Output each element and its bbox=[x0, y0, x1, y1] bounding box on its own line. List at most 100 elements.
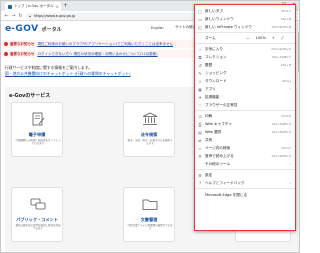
menu-item-more-tools[interactable]: その他のツール › bbox=[195, 160, 295, 168]
card-desc: 意見公募手続の案件を確認し意見を提出できます bbox=[15, 224, 61, 231]
star-icon: ☆ bbox=[198, 46, 202, 52]
menu-item-web-capture[interactable]: ⎙ Web キャプチャ Ctrl+Shift+S bbox=[195, 120, 295, 128]
menu-item-apps[interactable]: ▦ アプリ › bbox=[195, 85, 295, 93]
menu-shortcut: Ctrl+J bbox=[282, 79, 291, 83]
download-icon: ⇩ bbox=[198, 78, 202, 84]
inprivate-icon: ◫ bbox=[198, 24, 202, 30]
menu-label: ヘルプとフィードバック bbox=[205, 180, 245, 185]
fullscreen-icon[interactable]: ⤢ bbox=[281, 36, 284, 40]
history-icon: ↺ bbox=[198, 62, 202, 68]
card-desc: 行政機関への申請・届出等をオンラインで行えます bbox=[15, 139, 61, 146]
service-card-electronic-application[interactable]: 電子申請 行政機関への申請・届出等をオンラインで行えます bbox=[11, 102, 63, 157]
menu-item-help[interactable]: ? ヘルプとフィードバック › bbox=[195, 179, 295, 187]
menu-label: 新しいウィンドウ bbox=[205, 16, 234, 21]
menu-item-shopping[interactable]: ✎ ショッピング bbox=[195, 69, 295, 77]
logo-gov: -GOV bbox=[11, 24, 39, 34]
logo-portal: ポータル bbox=[41, 26, 62, 33]
menu-label: 新しいタブ bbox=[205, 8, 223, 13]
submenu-arrow-icon: › bbox=[289, 87, 291, 91]
menu-separator bbox=[195, 32, 295, 33]
address-bar[interactable]: 🔒︎ https://www.e-gov.go.jp bbox=[26, 12, 211, 20]
menu-item-new-tab[interactable]: □ 新しいタブ Ctrl+T bbox=[195, 7, 295, 15]
menu-shortcut: Ctrl+Shift+O bbox=[271, 47, 291, 51]
menu-shortcut: Ctrl+Shift+Y bbox=[271, 55, 291, 59]
refresh-icon[interactable]: ↻ bbox=[17, 11, 24, 21]
card-title: 法令検索 bbox=[140, 132, 158, 137]
menu-item-web-select[interactable]: ▤ Web 選択 Ctrl+Shift+X bbox=[195, 128, 295, 136]
menu-item-history[interactable]: ↺ 履歴 Ctrl+H bbox=[195, 61, 295, 69]
print-icon: ⊙ bbox=[198, 113, 202, 119]
card-desc: 憲法・法律・政令・府省令などを検索できます bbox=[127, 139, 173, 146]
menu-separator bbox=[195, 43, 295, 44]
menu-item-read-aloud[interactable]: A 音声で読み上げる Ctrl+Shift+U bbox=[195, 152, 295, 160]
menu-label: Web 選択 bbox=[205, 129, 222, 134]
menu-shortcut: Ctrl+Shift+U bbox=[271, 154, 291, 158]
apps-icon: ▦ bbox=[198, 86, 202, 92]
browser-window: トップ | e-Gov ポータル × + – □ × ← → ↻ 🔒︎ http… bbox=[0, 0, 300, 253]
url-text: https://www.e-gov.go.jp bbox=[33, 14, 76, 18]
submenu-arrow-icon: › bbox=[289, 162, 291, 166]
browser-tab[interactable]: トップ | e-Gov ポータル × bbox=[5, 2, 61, 11]
new-tab-button[interactable]: + bbox=[63, 2, 68, 10]
zoom-in-button[interactable]: + bbox=[272, 36, 275, 40]
select-icon: ▤ bbox=[198, 129, 202, 135]
service-card-document-management[interactable]: 文書管理 行政文書ファイル管理簿の検索ができます bbox=[123, 187, 175, 242]
menu-separator bbox=[195, 169, 295, 170]
egov-logo[interactable]: e -GOV ポータル bbox=[5, 24, 62, 34]
read-aloud-icon: A bbox=[198, 153, 202, 159]
menu-item-new-window[interactable]: ▭ 新しいウィンドウ Ctrl+N bbox=[195, 15, 295, 23]
menu-item-browser-health[interactable]: ♡ ブラウザーの正常性 bbox=[195, 101, 295, 109]
language-link[interactable]: English bbox=[151, 26, 164, 30]
building-columns-icon bbox=[142, 112, 158, 125]
menu-label: アプリ bbox=[205, 86, 216, 91]
back-icon[interactable]: ← bbox=[3, 11, 10, 21]
menu-item-inprivate[interactable]: ◫ 新しい InPrivate ウィンドウ Ctrl+Shift+N bbox=[195, 23, 295, 31]
favicon-icon bbox=[8, 4, 12, 9]
gear-icon: ⚙ bbox=[198, 172, 202, 178]
menu-item-find[interactable]: ⌕ ページ内の検索 Ctrl+F bbox=[195, 144, 295, 152]
heart-icon: ♡ bbox=[198, 102, 202, 108]
menu-separator bbox=[195, 110, 295, 111]
help-icon: ? bbox=[198, 180, 202, 186]
menu-shortcut: Ctrl+T bbox=[281, 9, 291, 13]
menu-label: コレクション bbox=[205, 54, 227, 59]
share-icon: ⇄ bbox=[198, 137, 202, 143]
chatbot-link[interactable]: 国・地方公共機関向けのチャットボット (行政への質問のチャットボット) bbox=[5, 71, 131, 77]
menu-item-extensions[interactable]: ✦ 拡張機能 bbox=[195, 93, 295, 101]
forward-icon[interactable]: → bbox=[10, 11, 17, 21]
menu-item-favorites[interactable]: ☆ お気に入り Ctrl+Shift+O bbox=[195, 45, 295, 53]
service-card-public-comment[interactable]: パブリック・コメント 意見公募手続の案件を確認し意見を提出できます bbox=[11, 187, 63, 242]
menu-item-settings[interactable]: ⚙ 設定 bbox=[195, 171, 295, 179]
shopping-icon: ✎ bbox=[198, 70, 202, 76]
collections-menu-icon: ⧉ bbox=[198, 54, 202, 60]
menu-item-close-edge[interactable]: Microsoft Edge を閉じる bbox=[195, 191, 295, 199]
scrollbar-thumb[interactable] bbox=[297, 32, 299, 72]
alert-link[interactable]: 現在ご利用のお使いのブラウザ(アプリケーション)でご利用いただくことは出来ません bbox=[37, 42, 173, 47]
menu-item-share[interactable]: ⇄ 共有 bbox=[195, 136, 295, 144]
menu-shortcut: Ctrl+F bbox=[281, 146, 291, 150]
close-tab-icon[interactable]: × bbox=[56, 4, 59, 9]
menu-separator bbox=[195, 188, 295, 189]
settings-menu: □ 新しいタブ Ctrl+T ▭ 新しいウィンドウ Ctrl+N ◫ 新しい I… bbox=[194, 4, 296, 231]
find-icon: ⌕ bbox=[198, 145, 202, 151]
speech-bubbles-icon bbox=[30, 198, 46, 210]
menu-label: 印刷 bbox=[205, 113, 213, 118]
menu-item-collections[interactable]: ⧉ コレクション Ctrl+Shift+Y bbox=[195, 53, 295, 61]
menu-shortcut: Ctrl+H bbox=[280, 63, 291, 67]
alert-icon bbox=[4, 42, 8, 46]
folder-icon bbox=[142, 199, 158, 210]
menu-shortcut: Ctrl+Shift+X bbox=[271, 130, 291, 134]
zoom-out-button[interactable]: — bbox=[246, 36, 250, 40]
menu-label: お気に入り bbox=[205, 46, 223, 51]
alert-link[interactable]: ログインできない方へ 現在の状況の確認・お問い合わせについて(11月更新) bbox=[37, 52, 157, 57]
menu-item-downloads[interactable]: ⇩ ダウンロード Ctrl+J bbox=[195, 77, 295, 85]
zoom-controls: — 100% + ⤢ bbox=[243, 34, 287, 42]
menu-label: 新しい InPrivate ウィンドウ bbox=[205, 24, 252, 29]
menu-shortcut: Ctrl+P bbox=[281, 114, 291, 118]
page-scrollbar[interactable] bbox=[297, 22, 299, 252]
menu-item-print[interactable]: ⊙ 印刷 Ctrl+P bbox=[195, 112, 295, 120]
service-card-law-search[interactable]: 法令検索 憲法・法律・政令・府省令などを検索できます bbox=[123, 102, 175, 157]
menu-label: 拡張機能 bbox=[205, 94, 220, 99]
menu-label: 音声で読み上げる bbox=[205, 153, 234, 158]
menu-label: Microsoft Edge を閉じる bbox=[205, 192, 248, 197]
